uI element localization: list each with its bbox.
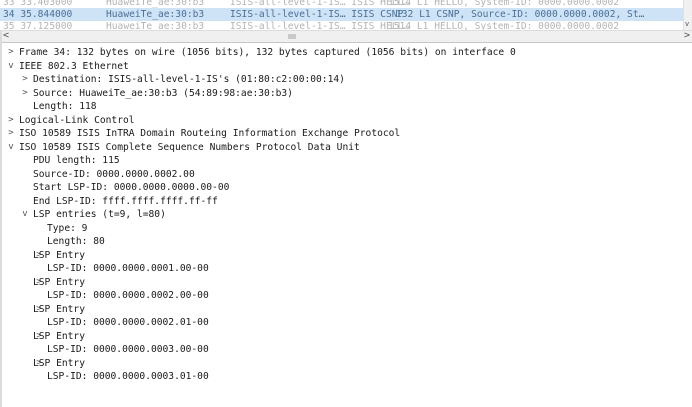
packet-info: 1514 L1 HELLO, System-ID: 0000.0000.0002 <box>388 21 620 30</box>
chevron-down-icon[interactable]: v <box>685 20 689 28</box>
detail-tree-label: Length: 118 <box>33 101 97 112</box>
detail-tree-row[interactable]: Source-ID: 0000.0000.0002.00 <box>0 168 692 182</box>
detail-tree-row[interactable]: LSP-ID: 0000.0000.0003.01-00 <box>0 370 692 384</box>
detail-tree-row[interactable]: > ISO 10589 ISIS InTRA Domain Routeing In… <box>0 127 692 141</box>
detail-tree-label: Type: 9 <box>47 222 88 234</box>
detail-tree-label: LSP-ID: 0000.0000.0002.01-00 <box>47 317 209 328</box>
collapse-chevron-icon[interactable]: > <box>6 114 16 128</box>
detail-tree-row[interactable]: v ISO 10589 ISIS Complete Sequence Number… <box>0 141 692 155</box>
packet-no: 35 37.125000 <box>3 21 73 30</box>
packet-source: HuaweiTe_ae:30:b3 <box>106 21 205 30</box>
detail-tree-label: Logical-Link Control <box>19 114 135 126</box>
detail-tree-label: LSP Entry <box>33 276 85 288</box>
detail-tree-row[interactable]: v IEEE 802.3 Ethernet <box>0 60 692 74</box>
detail-tree-label: LSP-ID: 0000.0000.0002.00-00 <box>47 290 209 301</box>
detail-tree-label: End LSP-ID: ffff.ffff.ffff.ff-ff <box>33 195 218 207</box>
detail-tree-label: LSP Entry <box>33 303 85 315</box>
chevron-right-icon[interactable]: > <box>684 30 690 41</box>
detail-tree-label: LSP Entry <box>33 357 85 369</box>
packet-destination: ISIS-all-level-1-IS… ISIS HELL… <box>230 21 410 30</box>
packet-list: 33 33.403000 HuaweiTe_ae:30:b3 ISIS-all-… <box>0 0 692 30</box>
detail-tree-label: Source: HuaweiTe_ae:30:b3 (54:89:98:ae:3… <box>33 87 293 99</box>
detail-tree-row[interactable]: > Logical-Link Control <box>0 114 692 128</box>
expand-chevron-icon[interactable]: v <box>6 60 16 74</box>
detail-tree-row[interactable]: PDU length: 115 <box>0 154 692 168</box>
detail-tree-row[interactable]: > Frame 34: 132 bytes on wire (1056 bits)… <box>0 46 692 60</box>
detail-tree-label: PDU length: 115 <box>33 155 120 166</box>
detail-tree-label: IEEE 802.3 Ethernet <box>19 60 129 72</box>
detail-tree-row[interactable]: LSP-ID: 0000.0000.0001.00-00 <box>0 262 692 276</box>
chevron-left-icon[interactable]: < <box>3 30 9 41</box>
detail-tree-row[interactable]: > Destination: ISIS-all-level-1-IS's (01:… <box>0 73 692 87</box>
expand-chevron-icon[interactable]: v <box>6 141 16 155</box>
packet-list-horizontal-scrollbar[interactable]: < > <box>0 30 692 43</box>
packet-row-35[interactable]: 35 37.125000 HuaweiTe_ae:30:b3 ISIS-all-… <box>0 20 684 30</box>
detail-tree-label: Length: 80 <box>47 236 105 247</box>
scrollbar-thumb[interactable] <box>288 34 296 39</box>
detail-tree-row[interactable]: LSP-ID: 0000.0000.0002.00-00 <box>0 289 692 303</box>
detail-tree-row[interactable]: v LSP entries (t=9, l=80) <box>0 208 692 222</box>
collapse-chevron-icon[interactable]: > <box>20 73 30 87</box>
detail-tree-row[interactable]: > LSP Entry <box>0 357 692 371</box>
detail-tree-label: LSP-ID: 0000.0000.0003.00-00 <box>47 344 209 355</box>
collapse-chevron-icon[interactable]: > <box>6 46 16 60</box>
detail-tree-row[interactable]: LSP-ID: 0000.0000.0002.01-00 <box>0 316 692 330</box>
detail-tree-row[interactable]: LSP-ID: 0000.0000.0003.00-00 <box>0 343 692 357</box>
detail-tree-row[interactable]: Start LSP-ID: 0000.0000.0000.00-00 <box>0 181 692 195</box>
collapse-chevron-icon[interactable]: > <box>6 127 16 141</box>
collapse-chevron-icon[interactable]: > <box>20 87 30 101</box>
detail-tree-label: Start LSP-ID: 0000.0000.0000.00-00 <box>33 182 230 193</box>
detail-tree-row[interactable]: Type: 9 <box>0 222 692 236</box>
detail-tree-label: LSP entries (t=9, l=80) <box>33 209 166 220</box>
detail-tree-label: Frame 34: 132 bytes on wire (1056 bits),… <box>19 47 516 58</box>
detail-tree-row[interactable]: Length: 80 <box>0 235 692 249</box>
detail-tree-label: LSP-ID: 0000.0000.0003.01-00 <box>47 371 209 382</box>
detail-tree-row[interactable]: > LSP Entry <box>0 303 692 317</box>
detail-tree-label: Source-ID: 0000.0000.0002.00 <box>33 168 195 180</box>
detail-tree-row[interactable]: End LSP-ID: ffff.ffff.ffff.ff-ff <box>0 195 692 209</box>
detail-tree-label: Destination: ISIS-all-level-1-IS's (01:8… <box>33 74 345 85</box>
detail-tree-label: LSP-ID: 0000.0000.0001.00-00 <box>47 263 209 274</box>
expand-chevron-icon[interactable]: v <box>20 208 30 222</box>
packet-details-tree: > Frame 34: 132 bytes on wire (1056 bits)… <box>0 46 692 384</box>
detail-tree-row[interactable]: > LSP Entry <box>0 249 692 263</box>
detail-tree-label: LSP Entry <box>33 249 85 261</box>
detail-tree-label: LSP Entry <box>33 330 85 342</box>
detail-tree-row[interactable]: > LSP Entry <box>0 330 692 344</box>
detail-tree-row[interactable]: > Source: HuaweiTe_ae:30:b3 (54:89:98:ae:… <box>0 87 692 101</box>
packet-list-vertical-scrollbar[interactable]: v <box>683 0 692 30</box>
detail-tree-row[interactable]: Length: 118 <box>0 100 692 114</box>
detail-tree-label: ISO 10589 ISIS InTRA Domain Routeing Inf… <box>19 128 401 139</box>
detail-tree-label: ISO 10589 ISIS Complete Sequence Numbers… <box>19 141 360 153</box>
detail-tree-row[interactable]: > LSP Entry <box>0 276 692 290</box>
